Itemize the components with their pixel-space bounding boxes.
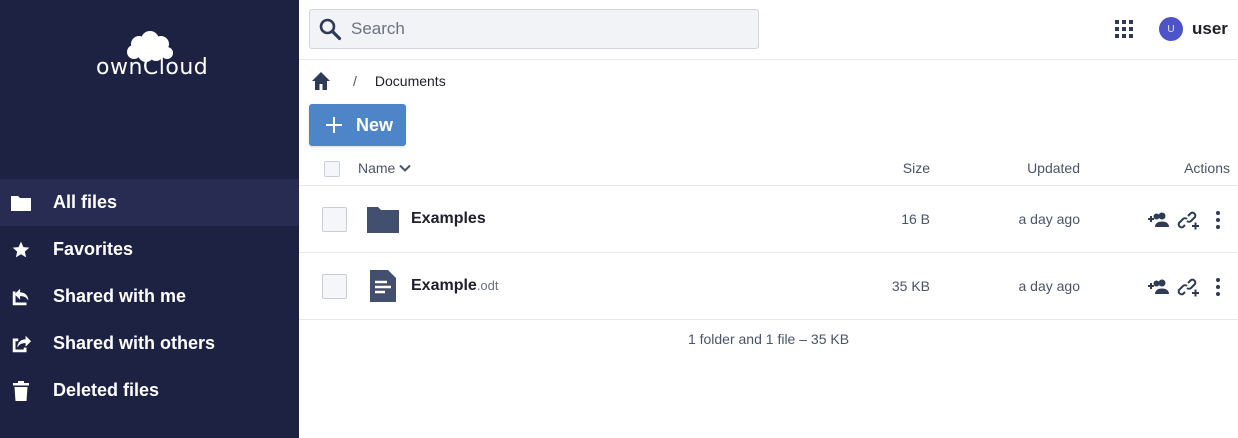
- file-table: Name Size Updated Actions Examples 16 B …: [299, 150, 1238, 320]
- table-row[interactable]: Example.odt 35 KB a day ago: [299, 253, 1238, 320]
- sidebar-item-label: All files: [53, 192, 118, 212]
- file-name-text: Examples: [411, 210, 486, 227]
- file-name[interactable]: Examples: [411, 210, 486, 228]
- star-icon: [10, 239, 32, 261]
- plus-icon: [326, 117, 342, 133]
- sidebar-item-favorites[interactable]: Favorites: [0, 226, 299, 273]
- more-options-icon[interactable]: [1206, 275, 1230, 299]
- column-size[interactable]: Size: [903, 160, 930, 176]
- shared-with-me-icon: [10, 286, 32, 308]
- add-link-icon[interactable]: [1177, 275, 1201, 299]
- new-button[interactable]: New: [309, 104, 406, 146]
- sidebar-item-label: Favorites: [53, 239, 134, 259]
- search-icon: [319, 18, 342, 41]
- chevron-down-icon: [399, 164, 412, 172]
- search-box[interactable]: [309, 9, 759, 49]
- column-actions: Actions: [1184, 160, 1230, 176]
- username[interactable]: user: [1192, 19, 1228, 39]
- add-link-icon[interactable]: [1177, 208, 1201, 232]
- sidebar-item-shared-with-me[interactable]: Shared with me: [0, 273, 299, 320]
- shared-with-others-icon: [10, 333, 32, 355]
- sidebar-nav: All files Favorites Shared with me Share…: [0, 179, 299, 414]
- trash-icon: [10, 380, 32, 402]
- column-name[interactable]: Name: [358, 160, 412, 176]
- add-people-icon[interactable]: [1147, 208, 1171, 232]
- column-name-label: Name: [358, 160, 396, 176]
- search-input[interactable]: [351, 19, 731, 39]
- row-checkbox[interactable]: [322, 274, 347, 299]
- sidebar-item-label: Shared with others: [53, 333, 216, 353]
- folder-icon: [367, 207, 399, 233]
- sidebar-item-deleted-files[interactable]: Deleted files: [0, 367, 299, 414]
- table-header: Name Size Updated Actions: [299, 150, 1238, 186]
- file-size: 35 KB: [891, 278, 930, 294]
- column-updated[interactable]: Updated: [1027, 160, 1080, 176]
- file-size: 16 B: [901, 211, 930, 227]
- select-all-checkbox[interactable]: [324, 161, 340, 177]
- avatar[interactable]: U: [1159, 17, 1183, 41]
- sidebar-item-label: Shared with me: [53, 286, 187, 306]
- folder-icon: [10, 192, 32, 214]
- grid-icon[interactable]: [1115, 20, 1133, 38]
- table-row[interactable]: Examples 16 B a day ago: [299, 186, 1238, 253]
- file-updated: a day ago: [1018, 278, 1081, 294]
- sidebar-item-shared-with-others[interactable]: Shared with others: [0, 320, 299, 367]
- home-icon[interactable]: [311, 71, 331, 91]
- sidebar: ownCloud All files Favorites Shared with…: [0, 0, 299, 438]
- add-people-icon[interactable]: [1147, 275, 1171, 299]
- new-button-label: New: [356, 114, 394, 135]
- files-summary: 1 folder and 1 file – 35 KB: [687, 331, 850, 347]
- breadcrumb-current[interactable]: Documents: [375, 73, 446, 89]
- file-updated: a day ago: [1018, 211, 1081, 227]
- row-checkbox[interactable]: [322, 207, 347, 232]
- file-name[interactable]: Example.odt: [411, 277, 499, 295]
- breadcrumb: / Documents: [311, 71, 446, 91]
- topbar: U user: [299, 0, 1238, 60]
- breadcrumb-separator: /: [353, 73, 357, 89]
- logo-text: ownCloud: [96, 55, 209, 80]
- document-icon: [370, 270, 396, 302]
- file-name-text: Example: [411, 277, 477, 294]
- sidebar-item-label: Deleted files: [53, 380, 160, 400]
- sidebar-item-all-files[interactable]: All files: [0, 179, 299, 226]
- file-extension: .odt: [476, 278, 499, 293]
- more-options-icon[interactable]: [1206, 208, 1230, 232]
